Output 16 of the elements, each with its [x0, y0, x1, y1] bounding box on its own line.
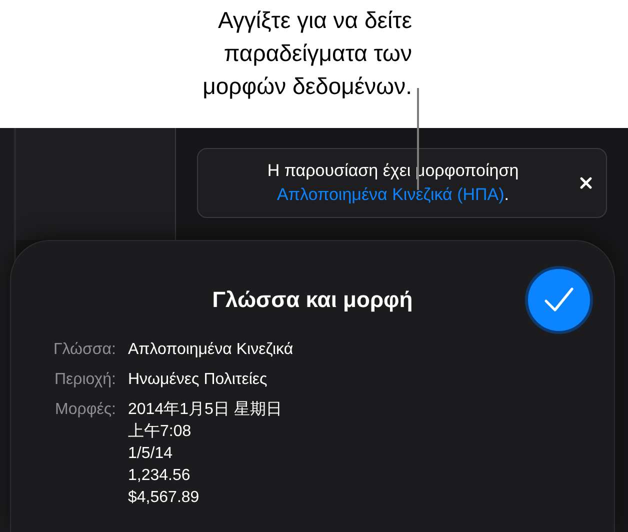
checkmark-icon — [544, 287, 574, 313]
field-label: Γλώσσα: — [52, 340, 116, 360]
callout-text: Αγγίξτε για να δείτε παραδείγματα των μορφών δεδομένων. — [202, 6, 412, 101]
field-label: Μορφές: — [54, 400, 116, 420]
field-value: Απλοποιημένα Κινεζικά — [128, 340, 294, 360]
field-value: 2014年1月5日 星期日 — [128, 400, 283, 420]
banner-message: Η παρουσίαση έχει μορφοποίηση Απλοποιημένα Κινεζικά (ΗΠΑ). — [266, 160, 520, 206]
language-link[interactable]: Απλοποιημένα Κινεζικά (ΗΠΑ) — [276, 185, 504, 204]
field-value: Ηνωμένες Πολιτείες — [128, 370, 268, 390]
field-value: 1,234.56 — [128, 466, 192, 486]
field-value: 1/5/14 — [128, 444, 174, 464]
field-value: $4,567.89 — [128, 488, 200, 508]
sheet-title: Γλώσσα και μορφή — [212, 286, 413, 314]
close-icon[interactable] — [580, 177, 592, 189]
field-value: 上午7:08 — [128, 422, 192, 442]
field-label: Περιοχή: — [53, 370, 116, 390]
